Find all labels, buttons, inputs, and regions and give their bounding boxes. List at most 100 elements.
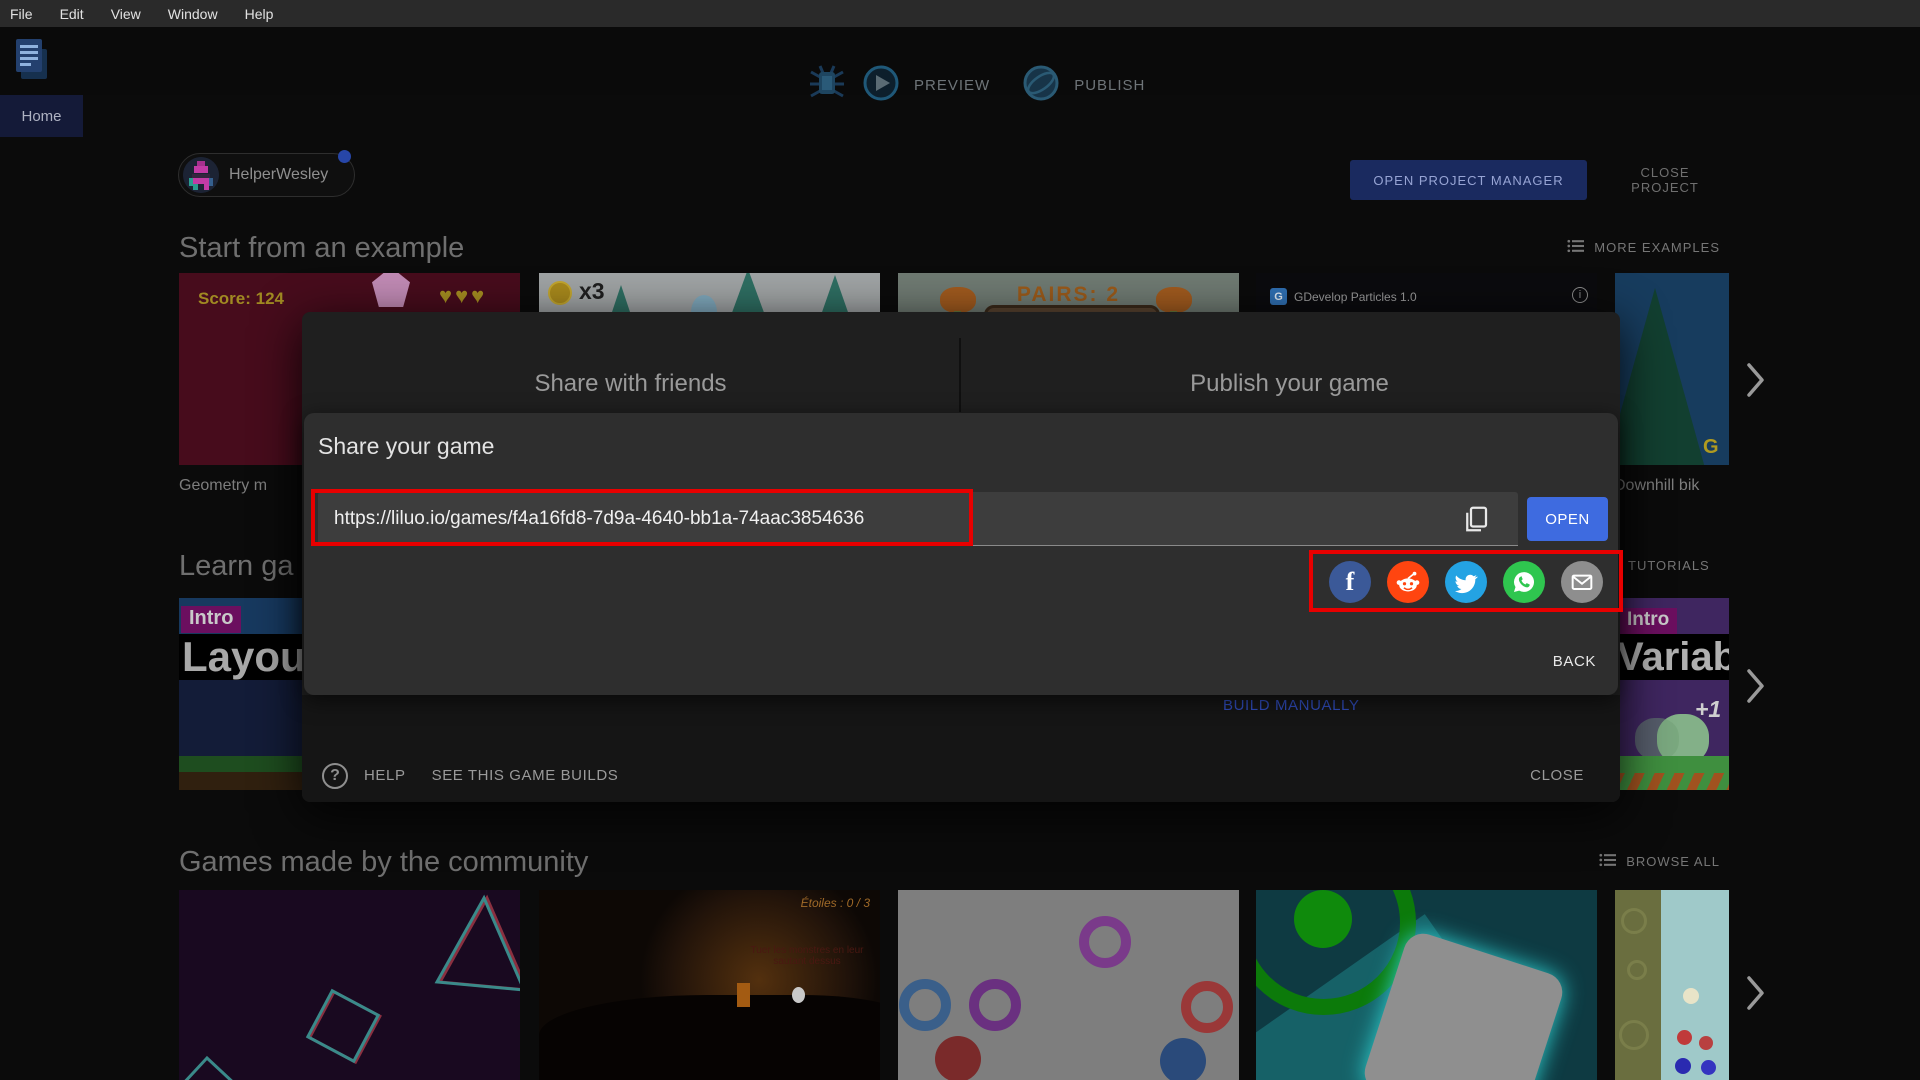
close-dialog-button[interactable]: CLOSE [1524, 766, 1590, 785]
facebook-share-icon[interactable]: f [1329, 561, 1371, 603]
tab-publish-your-game[interactable]: Publish your game [961, 312, 1618, 412]
dialog-footer: ? HELP SEE THIS GAME BUILDS CLOSE [302, 749, 1620, 802]
ring-purple [1079, 916, 1131, 968]
community-card-maze[interactable] [1256, 890, 1597, 1080]
sprite-dot [1675, 1058, 1691, 1074]
stars-counter-text: Étoiles : 0 / 3 [800, 896, 870, 910]
coin-icon [548, 281, 572, 305]
tutorials-label: TUTORIALS [1628, 558, 1710, 573]
toolbar: PREVIEW PUBLISH [0, 27, 1920, 101]
tree-shape [1615, 288, 1705, 465]
zigzag-strip [1615, 773, 1729, 790]
examples-next-chevron-icon[interactable] [1745, 362, 1767, 403]
email-share-icon[interactable] [1561, 561, 1603, 603]
ring-blue [899, 979, 951, 1031]
browse-all-link[interactable]: BROWSE ALL [1565, 852, 1720, 871]
more-examples-label: MORE EXAMPLES [1594, 240, 1720, 255]
reddit-share-icon[interactable] [1387, 561, 1429, 603]
menu-window[interactable]: Window [168, 6, 218, 22]
tutorial-title: Variab [1615, 634, 1729, 680]
browse-all-label: BROWSE ALL [1626, 854, 1720, 869]
dot-blue [1160, 1038, 1206, 1080]
whatsapp-share-icon[interactable] [1503, 561, 1545, 603]
list-icon [1598, 852, 1618, 871]
hearts-icons: ♥♥♥ [439, 283, 488, 308]
ring-red [1181, 981, 1233, 1033]
downhill-letter: G [1703, 436, 1719, 458]
debugger-icon[interactable] [806, 63, 848, 108]
tab-share-with-friends[interactable]: Share with friends [302, 312, 959, 412]
tab-home[interactable]: Home [0, 95, 83, 137]
list-icon [1566, 238, 1586, 257]
user-name: HelperWesley [229, 166, 329, 183]
sprite-dot [1683, 988, 1699, 1004]
menu-file[interactable]: File [10, 6, 33, 22]
game-url-input[interactable] [332, 492, 1456, 546]
player-ball [792, 987, 805, 1003]
close-project-button[interactable]: CLOSE PROJECT [1600, 160, 1730, 200]
menu-bar: File Edit View Window Help [0, 0, 1920, 27]
particles-title: GDevelop Particles 1.0 [1294, 290, 1417, 304]
community-card-night[interactable]: Étoiles : 0 / 3 Tuer les monstres en leu… [539, 890, 880, 1080]
intro-badge: Intro [181, 606, 242, 633]
circle-pattern [1627, 960, 1647, 980]
publish-globe-icon[interactable] [1022, 64, 1060, 107]
coin-multiplier: x3 [579, 278, 605, 304]
facebook-glyph: f [1345, 567, 1355, 596]
build-manually-link[interactable]: BUILD MANUALLY [1223, 697, 1360, 714]
more-examples-link[interactable]: MORE EXAMPLES [1540, 238, 1720, 257]
menu-edit[interactable]: Edit [60, 6, 84, 22]
dot-red [935, 1036, 981, 1080]
copy-url-button[interactable] [1458, 502, 1494, 538]
green-center [1294, 890, 1352, 948]
learn-next-chevron-icon[interactable] [1745, 668, 1767, 709]
door-shape [737, 983, 750, 1007]
fish-shape [1156, 287, 1192, 329]
tutorial-card-variables[interactable]: Intro Variab +1 [1615, 598, 1729, 790]
community-section-title: Games made by the community [179, 846, 589, 878]
tutorials-link[interactable]: TUTORIALS [1628, 558, 1710, 573]
publish-button[interactable]: PUBLISH [1074, 77, 1145, 94]
twitter-share-icon[interactable] [1445, 561, 1487, 603]
open-game-button[interactable]: OPEN [1527, 497, 1608, 541]
pentagon-shape [372, 273, 410, 307]
share-panel: Share your game OPEN f [304, 413, 1618, 695]
back-button[interactable]: BACK [1532, 646, 1602, 676]
user-avatar [183, 157, 219, 193]
tab-share-label: Share with friends [534, 370, 727, 397]
menu-help[interactable]: Help [245, 6, 274, 22]
open-project-manager-button[interactable]: OPEN PROJECT MANAGER [1350, 160, 1587, 200]
ground-silhouette [539, 995, 880, 1080]
user-chip[interactable]: HelperWesley [178, 153, 355, 197]
hint-text: Tuer les monstres en leur sautant dessus [750, 945, 864, 967]
menu-view[interactable]: View [111, 6, 141, 22]
share-dialog: Share with friends Publish your game BUI… [302, 312, 1620, 802]
community-next-chevron-icon[interactable] [1745, 975, 1767, 1016]
intro-badge: Intro [1619, 608, 1678, 634]
preview-play-icon[interactable] [862, 64, 900, 107]
share-panel-title: Share your game [318, 433, 495, 459]
community-card-rings[interactable] [898, 890, 1239, 1080]
caption-downhill: Downhill bik [1614, 477, 1700, 494]
fish-shape [940, 287, 976, 329]
sprite-dot [1701, 1060, 1716, 1075]
community-card-partial[interactable] [1615, 890, 1729, 1080]
help-icon[interactable]: ? [322, 762, 348, 789]
sprite-dot [1699, 1036, 1713, 1050]
project-manager-icon[interactable] [12, 36, 52, 89]
ring-purple [969, 979, 1021, 1031]
see-game-builds-button[interactable]: SEE THIS GAME BUILDS [426, 766, 625, 785]
notification-dot [338, 150, 351, 163]
sprite-dot [1677, 1030, 1692, 1045]
gdevelop-window: File Edit View Window Help PREVIEW PUBLI… [0, 0, 1920, 1080]
examples-section-title: Start from an example [179, 232, 465, 264]
copy-icon [1461, 506, 1491, 537]
preview-button[interactable]: PREVIEW [914, 77, 990, 94]
example-card-downhill[interactable]: G [1615, 273, 1729, 465]
tab-publish-label: Publish your game [1190, 370, 1389, 397]
help-button[interactable]: HELP [358, 766, 412, 785]
caption-geometry: Geometry m [179, 477, 268, 494]
learn-section-title: Learn ga [179, 550, 294, 582]
community-card-glitch[interactable] [179, 890, 520, 1080]
info-icon: i [1572, 287, 1588, 303]
